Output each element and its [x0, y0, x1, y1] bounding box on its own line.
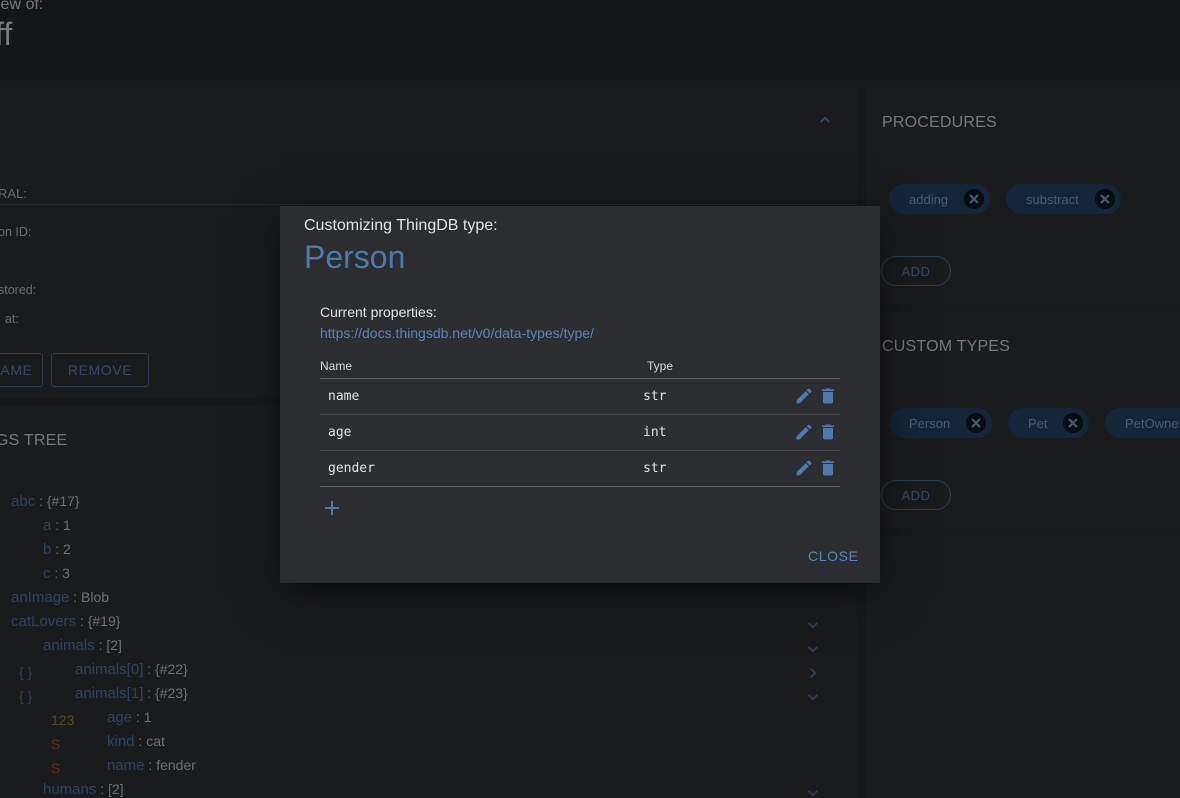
add-property-icon[interactable] [320, 496, 344, 520]
customize-type-dialog: Customizing ThingDB type: Person Current… [280, 206, 880, 583]
docs-link[interactable]: https://docs.thingsdb.net/v0/data-types/… [320, 325, 594, 341]
delete-icon[interactable] [818, 458, 838, 478]
property-type: str [643, 389, 667, 404]
table-divider [320, 486, 840, 487]
property-name: gender [328, 461, 375, 476]
table-divider [320, 414, 840, 415]
current-properties-label: Current properties: [320, 304, 437, 320]
edit-icon[interactable] [794, 386, 814, 406]
dialog-title: Person [304, 239, 406, 275]
table-divider [320, 450, 840, 451]
property-type: int [643, 425, 667, 440]
table-divider [320, 378, 840, 379]
edit-icon[interactable] [794, 458, 814, 478]
edit-icon[interactable] [794, 422, 814, 442]
property-name: name [328, 389, 360, 404]
column-header-name: Name [320, 359, 353, 373]
column-header-type: Type [647, 359, 674, 373]
delete-icon[interactable] [818, 386, 838, 406]
delete-icon[interactable] [818, 422, 838, 442]
dialog-subtitle: Customizing ThingDB type: [304, 217, 498, 234]
close-button[interactable]: CLOSE [808, 548, 858, 564]
property-type: str [643, 461, 667, 476]
property-name: age [328, 425, 352, 440]
